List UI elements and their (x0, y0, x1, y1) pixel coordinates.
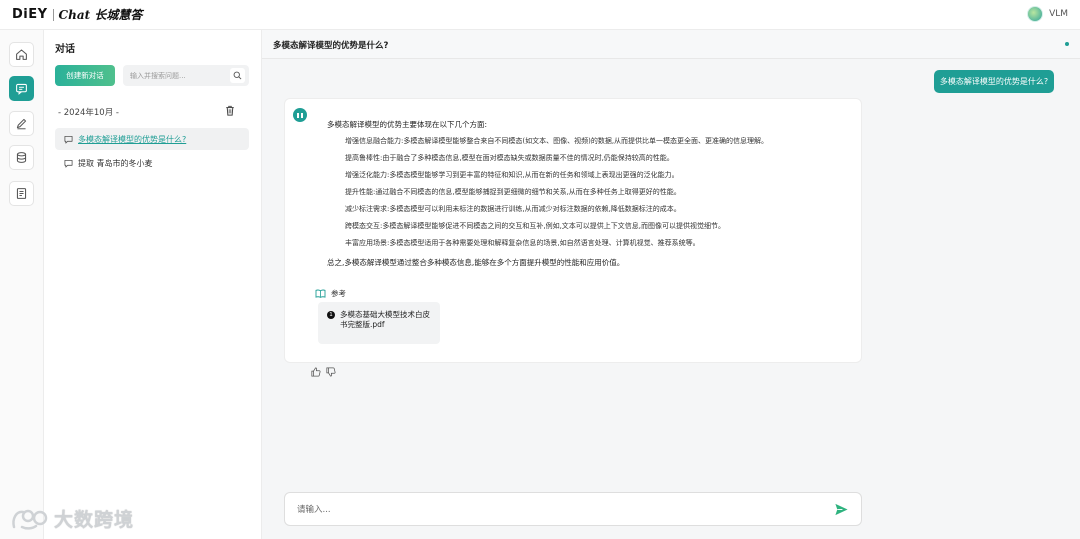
answer-point: 提高鲁棒性:由于融合了多种模态信息,模型在面对模态缺失或数据质量不佳的情况时,仍… (345, 154, 674, 162)
conversation-item[interactable]: 多模态解译模型的优势是什么? (55, 128, 249, 150)
conversation-search (123, 65, 249, 86)
user-avatar[interactable] (1027, 6, 1044, 22)
answer-points: 增强信息融合能力:多模态解译模型能够整合来自不同模态(如文本、图像、视频)的数据… (345, 136, 855, 255)
user-message: 多模态解译模型的优势是什么? (934, 70, 1054, 93)
answer-point: 增强信息融合能力:多模态解译模型能够整合来自不同模态(如文本、图像、视频)的数据… (345, 137, 769, 145)
rail-database-button[interactable] (9, 145, 34, 170)
search-input[interactable] (123, 71, 223, 80)
chat-area: 多模态解译模型的优势是什么? 多模态解译模型的优势是什么? 多模态解译模型的优势… (262, 30, 1080, 539)
user-name: VLM (1049, 9, 1068, 19)
message-input[interactable] (297, 502, 817, 518)
assistant-message: 多模态解译模型的优势主要体现在以下几个方面: 增强信息融合能力:多模态解译模型能… (284, 98, 862, 363)
assistant-avatar-icon (293, 108, 307, 122)
home-icon (16, 49, 27, 60)
conversation-title: 提取 青岛市的冬小麦 (78, 158, 153, 168)
answer-point: 增强泛化能力:多模态模型能够学习到更丰富的特征和知识,从而在新的任务和领域上表现… (345, 171, 679, 179)
answer-intro: 多模态解译模型的优势主要体现在以下几个方面: (327, 120, 488, 129)
document-icon (16, 188, 27, 199)
top-bar: DiEY Chat 长城慧答 VLM (0, 0, 1080, 30)
answer-point: 提升性能:通过融合不同模态的信息,模型能够捕捉到更细微的细节和关系,从而在多种任… (345, 188, 681, 196)
thumbs-down-icon[interactable] (326, 367, 336, 377)
reference-index: 1 (327, 311, 335, 319)
chat-icon (16, 83, 27, 95)
database-icon (16, 152, 27, 163)
watermark-text: 大数跨境 (54, 509, 135, 531)
edit-icon (16, 118, 27, 130)
logo-text-secondary: Chat 长城慧答 (58, 8, 143, 22)
status-dot (1065, 42, 1069, 46)
logo-text-primary: DiEY (12, 7, 48, 22)
reference-heading: 参考 (315, 288, 346, 299)
conversation-item[interactable]: 提取 青岛市的冬小麦 (55, 152, 249, 174)
answer-point: 减少标注需求:多模态模型可以利用未标注的数据进行训练,从而减少对标注数据的依赖,… (345, 205, 681, 213)
rail-edit-button[interactable] (9, 111, 34, 136)
new-chat-button[interactable]: 创建新对话 (55, 65, 115, 86)
answer-point: 跨模态交互:多模态解译模型能够促进不同模态之间的交互和互补,例如,文本可以提供上… (345, 222, 726, 230)
reference-heading-label: 参考 (331, 289, 346, 298)
search-button[interactable] (230, 68, 245, 83)
message-composer (284, 492, 862, 526)
chat-title: 多模态解译模型的优势是什么? (273, 41, 389, 51)
book-icon (315, 289, 326, 298)
chat-header: 多模态解译模型的优势是什么? (262, 30, 1080, 59)
answer-summary: 总之,多模态解译模型通过整合多种模态信息,能够在多个方面提升模型的性能和应用价值… (327, 258, 625, 267)
chat-bubble-icon (64, 159, 73, 168)
thumbs-up-icon[interactable] (311, 367, 321, 377)
icon-rail (0, 30, 44, 539)
logo-divider (52, 8, 54, 21)
watermark-logo-icon (12, 509, 48, 530)
feedback-actions (311, 367, 336, 377)
user-menu[interactable]: VLM (1027, 6, 1068, 22)
search-icon (233, 71, 242, 80)
chat-bubble-icon (64, 135, 73, 144)
answer-point: 丰富应用场景:多模态模型适用于各种需要处理和解释复杂信息的场景,如自然语言处理、… (345, 239, 700, 247)
trash-icon[interactable] (225, 105, 235, 116)
conversation-title: 多模态解译模型的优势是什么? (78, 134, 187, 144)
send-icon[interactable] (834, 502, 849, 517)
date-group-label: - 2024年10月 - (58, 108, 119, 118)
app-logo[interactable]: DiEY Chat 长城慧答 (0, 6, 142, 23)
rail-home-button[interactable] (9, 42, 34, 67)
panel-title: 对话 (55, 44, 75, 55)
reference-card[interactable]: 1 多模态基础大模型技术白皮书完整版.pdf (318, 302, 440, 344)
watermark: 大数跨境 (10, 505, 134, 532)
rail-chat-button[interactable] (9, 76, 34, 101)
reference-title: 多模态基础大模型技术白皮书完整版.pdf (340, 310, 430, 329)
conversation-panel: 对话 创建新对话 - 2024年10月 - 多模态解译模型的优势是什么? 提取 … (44, 30, 262, 539)
rail-document-button[interactable] (9, 181, 34, 206)
